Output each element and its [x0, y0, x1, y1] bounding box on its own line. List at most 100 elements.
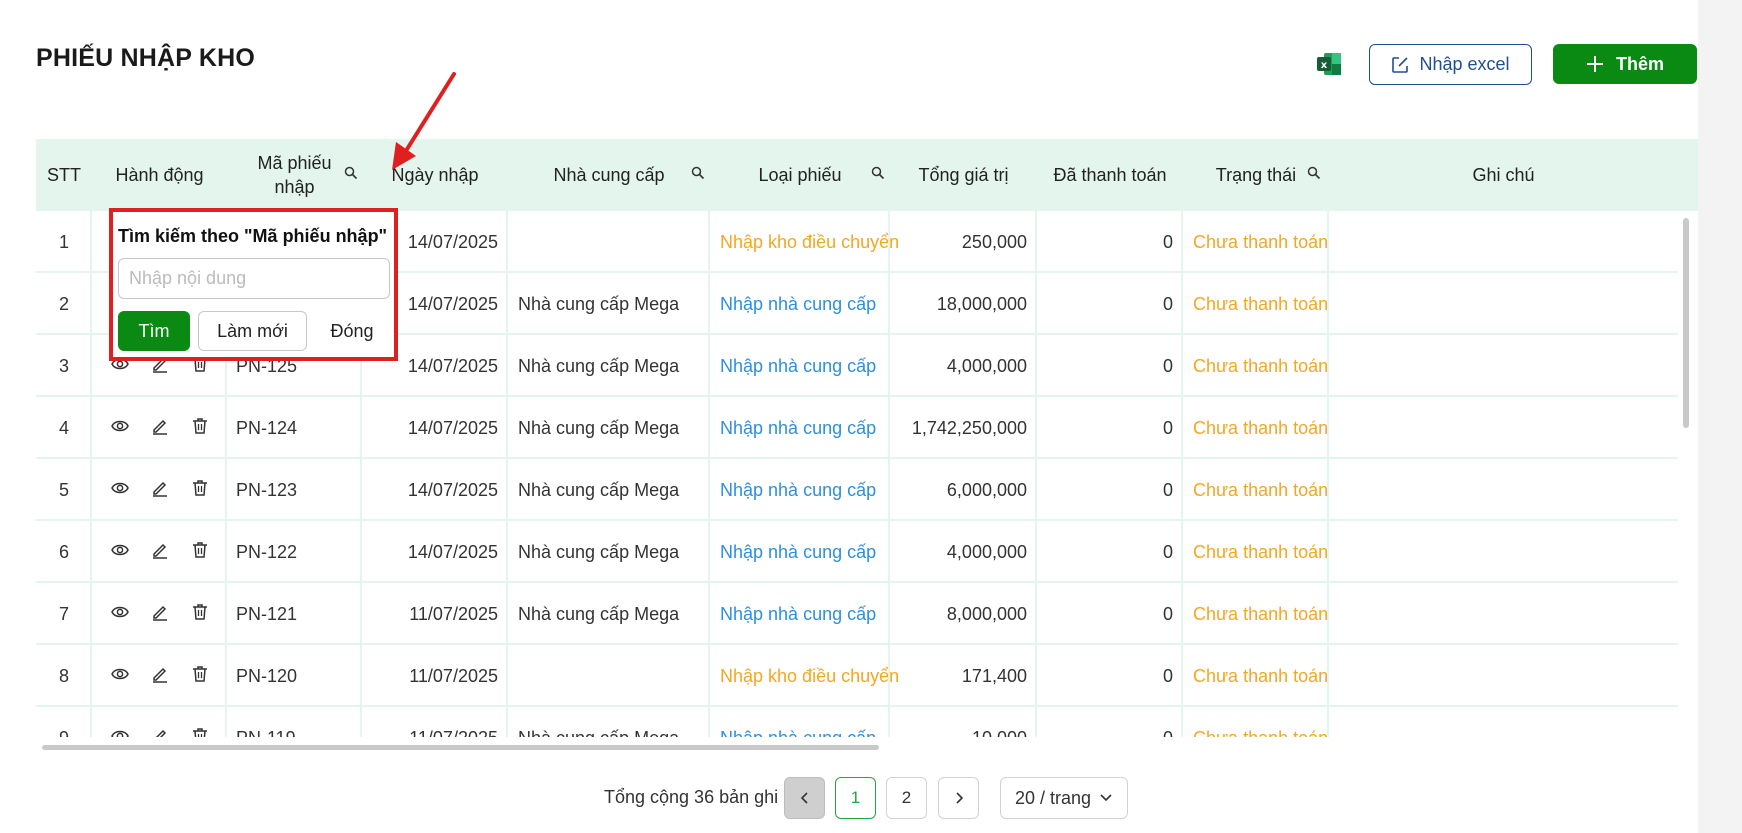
cell-type: Nhập nhà cung cấp [720, 603, 877, 624]
edit-icon[interactable] [151, 665, 169, 688]
search-icon[interactable] [691, 166, 705, 180]
table-row: 4 PN-124 14/07/2025 Nhà cung cấp Mega Nhập n… [36, 397, 1678, 459]
cell-supplier: Nhà cung cấp Mega [518, 479, 680, 500]
search-icon[interactable] [344, 166, 358, 180]
prev-page-button[interactable] [784, 777, 825, 819]
import-excel-button[interactable]: Nhập excel [1369, 44, 1532, 85]
search-icon[interactable] [1307, 166, 1321, 180]
chevron-left-icon [800, 792, 808, 804]
cell-total: 8,000,000 [946, 603, 1027, 624]
pagination-total: Tổng cộng 36 bản ghi [604, 787, 779, 807]
cell-code: PN-121 [236, 603, 298, 624]
cell-paid: 0 [1162, 355, 1173, 376]
excel-icon[interactable]: x [1315, 50, 1343, 78]
eye-icon[interactable] [110, 603, 129, 626]
cell-stt: 5 [58, 479, 69, 500]
eye-icon[interactable] [110, 665, 129, 688]
edit-icon[interactable] [151, 603, 169, 626]
page-size-select[interactable]: 20 / trang [1000, 777, 1128, 819]
cell-code: PN-124 [236, 417, 298, 438]
svg-text:x: x [1321, 60, 1328, 71]
cell-actions [92, 521, 227, 583]
search-icon[interactable] [871, 166, 885, 180]
column-divider [1035, 211, 1037, 737]
cell-supplier [518, 645, 708, 707]
horizontal-scrollbar[interactable] [42, 745, 879, 750]
cell-status: Chưa thanh toán [1193, 707, 1328, 738]
cell-total: 171,400 [961, 665, 1027, 686]
cell-stt: 4 [58, 417, 69, 438]
column-header-paid: Đã thanh toán [1053, 165, 1167, 185]
cell-type: Nhập nhà cung cấp [720, 417, 877, 438]
column-header-note: Ghi chú [1472, 165, 1535, 185]
cell-total: 1,742,250,000 [911, 417, 1027, 438]
eye-icon[interactable] [110, 727, 129, 737]
cell-supplier: Nhà cung cấp Mega [518, 355, 680, 376]
cell-status: Chưa thanh toán [1193, 603, 1329, 624]
cell-type: Nhập nhà cung cấp [720, 707, 888, 738]
eye-icon[interactable] [110, 479, 129, 502]
column-header-supplier: Nhà cung cấp [508, 139, 710, 211]
column-header-code: Mã phiếu nhập [227, 139, 362, 211]
table-row: 5 PN-123 14/07/2025 Nhà cung cấp Mega Nhập n… [36, 459, 1678, 521]
column-divider [1327, 211, 1329, 737]
trash-icon[interactable] [191, 541, 209, 564]
plus-icon [1586, 56, 1603, 72]
trash-icon[interactable] [191, 603, 209, 626]
trash-icon[interactable] [191, 417, 209, 440]
reset-button[interactable]: Làm mới [198, 311, 307, 351]
cell-total: 4,000,000 [946, 355, 1027, 376]
cell-status: Chưa thanh toán [1193, 479, 1329, 500]
cell-type: Nhập nhà cung cấp [720, 541, 877, 562]
cell-supplier [518, 211, 708, 273]
cell-supplier: Nhà cung cấp Mega [518, 541, 680, 562]
trash-icon[interactable] [191, 479, 209, 502]
page-button-1[interactable]: 1 [835, 777, 876, 819]
close-button[interactable]: Đóng [317, 311, 387, 351]
search-input[interactable] [118, 258, 390, 299]
cell-total: 18,000,000 [936, 293, 1027, 314]
table-row: 7 PN-121 11/07/2025 Nhà cung cấp Mega Nhập n… [36, 583, 1678, 645]
red-arrow-annotation [392, 72, 456, 170]
cell-note [1339, 521, 1678, 583]
popup-title: Tìm kiếm theo "Mã phiếu nhập" [118, 226, 388, 246]
cell-paid: 0 [1162, 293, 1173, 314]
eye-icon[interactable] [110, 417, 129, 440]
add-button[interactable]: Thêm [1553, 44, 1697, 84]
column-divider [90, 211, 92, 737]
page-button-2[interactable]: 2 [886, 777, 927, 819]
cell-actions [92, 583, 227, 645]
eye-icon[interactable] [110, 541, 129, 564]
edit-icon[interactable] [151, 479, 169, 502]
edit-icon[interactable] [151, 541, 169, 564]
find-button[interactable]: Tìm [118, 311, 190, 351]
column-header-stt: STT [47, 165, 81, 185]
edit-icon[interactable] [151, 417, 169, 440]
page-size-value: 20 / trang [1014, 787, 1092, 808]
cell-paid: 0 [1162, 541, 1173, 562]
edit-icon[interactable] [151, 727, 169, 737]
cell-stt: 1 [58, 231, 69, 252]
cell-paid: 0 [1162, 479, 1173, 500]
cell-note [1339, 397, 1678, 459]
cell-type: Nhập nhà cung cấp [720, 355, 877, 376]
cell-date: 11/07/2025 [409, 665, 498, 686]
column-header-status: Trạng thái [1183, 139, 1329, 211]
column-header-total: Tổng giá trị [918, 165, 1009, 185]
table-row: 8 PN-120 11/07/2025 Nhập kho điều chuyển 171… [36, 645, 1678, 707]
cell-stt: 2 [58, 293, 69, 314]
cell-date: 14/07/2025 [407, 479, 498, 500]
table-row: 6 PN-122 14/07/2025 Nhà cung cấp Mega Nhập n… [36, 521, 1678, 583]
cell-date: 11/07/2025 [362, 707, 498, 738]
cell-date: 11/07/2025 [409, 603, 498, 624]
cell-stt: 7 [58, 603, 69, 624]
trash-icon[interactable] [191, 727, 209, 737]
cell-status: Chưa thanh toán [1193, 417, 1329, 438]
vertical-scrollbar[interactable] [1683, 218, 1689, 428]
table-header: STT Hành động Mã phiếu nhập Ngày nhập Nh… [36, 139, 1698, 211]
column-divider [1181, 211, 1183, 737]
trash-icon[interactable] [191, 665, 209, 688]
column-divider [506, 211, 508, 737]
column-divider [888, 211, 890, 737]
next-page-button[interactable] [938, 777, 979, 819]
